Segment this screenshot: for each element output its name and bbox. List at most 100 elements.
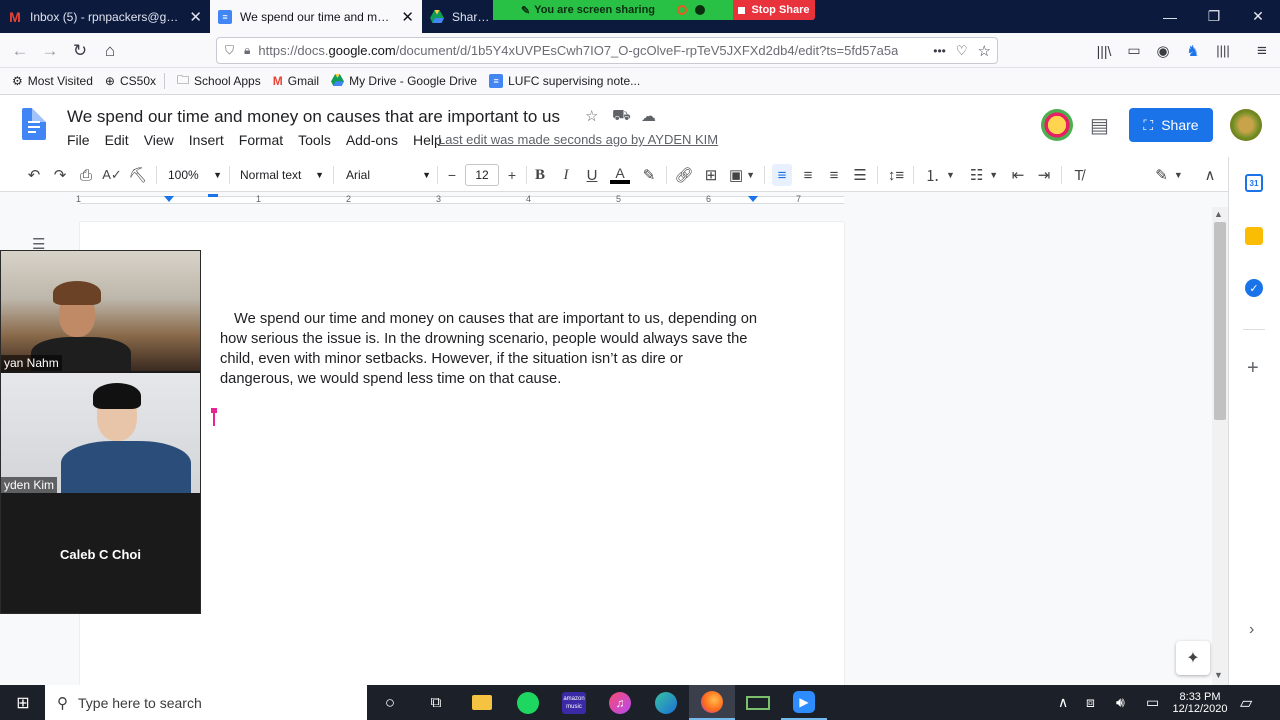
edge-icon[interactable]: [643, 685, 689, 720]
windows-start-icon[interactable]: ⊞: [0, 685, 46, 720]
window-close-icon[interactable]: ✕: [1236, 0, 1280, 33]
reload-icon[interactable]: ↻: [66, 37, 94, 64]
add-comment-icon[interactable]: ⊞: [701, 164, 721, 186]
library-icon[interactable]: |||\: [1090, 37, 1118, 64]
user-avatar[interactable]: [1230, 109, 1262, 141]
editing-mode-icon[interactable]: ✎ ▼: [1151, 164, 1187, 186]
itunes-icon[interactable]: ♫: [597, 685, 643, 720]
menu-tools[interactable]: Tools: [298, 132, 331, 148]
align-left-icon[interactable]: ≡: [772, 164, 792, 186]
left-indent-marker-icon[interactable]: [164, 196, 174, 202]
extension-icon[interactable]: ♞: [1179, 37, 1207, 64]
extension-barcode-icon[interactable]: ||||: [1209, 37, 1237, 64]
font-select[interactable]: Arial ▼: [346, 164, 431, 186]
increase-indent-icon[interactable]: ⇥: [1034, 164, 1054, 186]
sidebar-icon[interactable]: ▭: [1120, 37, 1148, 64]
app-window-icon[interactable]: [735, 685, 781, 720]
menu-edit[interactable]: Edit: [105, 132, 129, 148]
collapse-menus-icon[interactable]: ∧: [1200, 164, 1220, 186]
home-icon[interactable]: ⌂: [96, 37, 124, 64]
highlight-icon[interactable]: ✎: [640, 164, 658, 186]
collaborator-avatar[interactable]: [1041, 109, 1073, 141]
close-icon[interactable]: ✕: [183, 8, 202, 26]
bookmark-gmail[interactable]: M Gmail: [273, 74, 319, 88]
menu-format[interactable]: Format: [239, 132, 283, 148]
lock-icon[interactable]: 🔒︎: [244, 43, 250, 58]
menu-insert[interactable]: Insert: [189, 132, 224, 148]
decrease-indent-icon[interactable]: ⇤: [1008, 164, 1028, 186]
redo-icon[interactable]: ↷: [50, 164, 70, 186]
tracking-shield-icon[interactable]: ⛉: [225, 43, 234, 58]
spotify-icon[interactable]: [505, 685, 551, 720]
keep-icon[interactable]: [1245, 227, 1263, 245]
align-right-icon[interactable]: ≡: [824, 164, 844, 186]
clear-formatting-icon[interactable]: T̸: [1069, 164, 1089, 186]
justify-icon[interactable]: ☰: [850, 164, 870, 186]
move-to-folder-icon[interactable]: ⛟: [612, 107, 631, 126]
show-hidden-icons-icon[interactable]: ∧: [1058, 685, 1068, 720]
increase-font-size-button[interactable]: +: [503, 164, 521, 186]
bookmark-most-visited[interactable]: ⚙ Most Visited: [12, 74, 93, 88]
stop-share-button[interactable]: Stop Share: [733, 0, 815, 20]
right-indent-marker-icon[interactable]: [748, 196, 758, 202]
back-icon[interactable]: ←: [6, 37, 34, 64]
italic-icon[interactable]: I: [558, 164, 574, 186]
participant-tile-no-video[interactable]: Caleb C Choi: [1, 495, 200, 613]
bookmark-school-apps[interactable]: 🗀︎ School Apps: [177, 71, 261, 92]
menu-view[interactable]: View: [144, 132, 174, 148]
volume-icon[interactable]: 🔊︎: [1116, 685, 1125, 720]
scrollbar-thumb[interactable]: [1214, 222, 1226, 420]
bold-icon[interactable]: B: [532, 164, 548, 186]
tasks-icon[interactable]: ✓: [1245, 279, 1263, 297]
url-bar[interactable]: ⛉ 🔒︎ https://docs.google.com/document/d/…: [216, 37, 998, 64]
explore-icon[interactable]: ✦: [1176, 641, 1210, 675]
firefox-icon[interactable]: [689, 685, 735, 720]
bulleted-list-icon[interactable]: ☷ ▼: [966, 164, 1002, 186]
cloud-saved-icon[interactable]: ☁: [641, 107, 656, 125]
first-line-indent-marker-icon[interactable]: [208, 194, 218, 197]
show-side-panel-icon[interactable]: ›: [1249, 621, 1254, 639]
screen-sharing-banner[interactable]: ✎ You are screen sharing: [493, 0, 733, 20]
cortana-icon[interactable]: ○: [367, 685, 413, 720]
close-icon[interactable]: ✕: [395, 8, 414, 26]
insert-image-icon[interactable]: ▣ ▼: [727, 164, 757, 186]
clock[interactable]: 8:33 PM 12/12/2020: [1172, 685, 1228, 720]
taskbar-search-input[interactable]: ⚲ Type here to search: [45, 685, 367, 720]
underline-icon[interactable]: U: [584, 164, 600, 186]
video-call-panel[interactable]: yan Nahm yden Kim Caleb C Choi: [0, 250, 201, 614]
font-size-input[interactable]: 12: [465, 164, 499, 186]
scroll-down-icon[interactable]: ▼: [1214, 670, 1223, 680]
bookmark-cs50x[interactable]: ⊕ CS50x: [105, 74, 156, 88]
scroll-up-icon[interactable]: ▲: [1214, 209, 1223, 219]
minimize-icon[interactable]: —: [1148, 0, 1192, 33]
menu-add-ons[interactable]: Add-ons: [346, 132, 398, 148]
star-icon[interactable]: ☆: [585, 107, 598, 125]
forward-icon[interactable]: →: [36, 37, 64, 64]
document-body-text[interactable]: We spend our time and money on causes th…: [220, 309, 760, 389]
zoom-select[interactable]: 100% ▼: [168, 164, 222, 186]
bookmark-star-icon[interactable]: ☆: [978, 42, 991, 60]
tab-shared-drive[interactable]: Shared w: [422, 0, 502, 33]
comment-history-icon[interactable]: ▤: [1090, 113, 1109, 138]
notification-icon[interactable]: ▱: [1240, 685, 1252, 720]
share-button[interactable]: ⛶ Share: [1129, 108, 1213, 142]
spellcheck-icon[interactable]: A✓: [102, 164, 122, 186]
tab-google-doc[interactable]: ≡ We spend our time and money on causes …: [210, 0, 422, 33]
hamburger-menu-icon[interactable]: ≡: [1248, 37, 1276, 64]
line-spacing-icon[interactable]: ↕≡: [886, 164, 906, 186]
participant-video[interactable]: yan Nahm: [1, 251, 200, 371]
align-center-icon[interactable]: ≡: [798, 164, 818, 186]
account-icon[interactable]: ◉: [1149, 37, 1177, 64]
insert-link-icon[interactable]: 🔗︎: [674, 164, 694, 186]
text-color-icon[interactable]: A: [610, 164, 630, 186]
calendar-icon[interactable]: 31: [1245, 174, 1263, 192]
bookmark-my-drive[interactable]: My Drive - Google Drive: [331, 73, 477, 89]
restore-icon[interactable]: ❐: [1192, 0, 1236, 33]
bookmark-lufc[interactable]: ≡ LUFC supervising note...: [489, 74, 640, 88]
undo-icon[interactable]: ↶: [24, 164, 44, 186]
tab-gmail-inbox[interactable]: M Inbox (5) - rpnpackers@gmail.com ✕: [0, 0, 210, 33]
print-icon[interactable]: ⎙: [76, 164, 96, 186]
document-title[interactable]: We spend our time and money on causes th…: [67, 107, 560, 127]
docs-logo-icon[interactable]: [22, 108, 46, 140]
zoom-app-icon[interactable]: ▶: [781, 685, 827, 720]
